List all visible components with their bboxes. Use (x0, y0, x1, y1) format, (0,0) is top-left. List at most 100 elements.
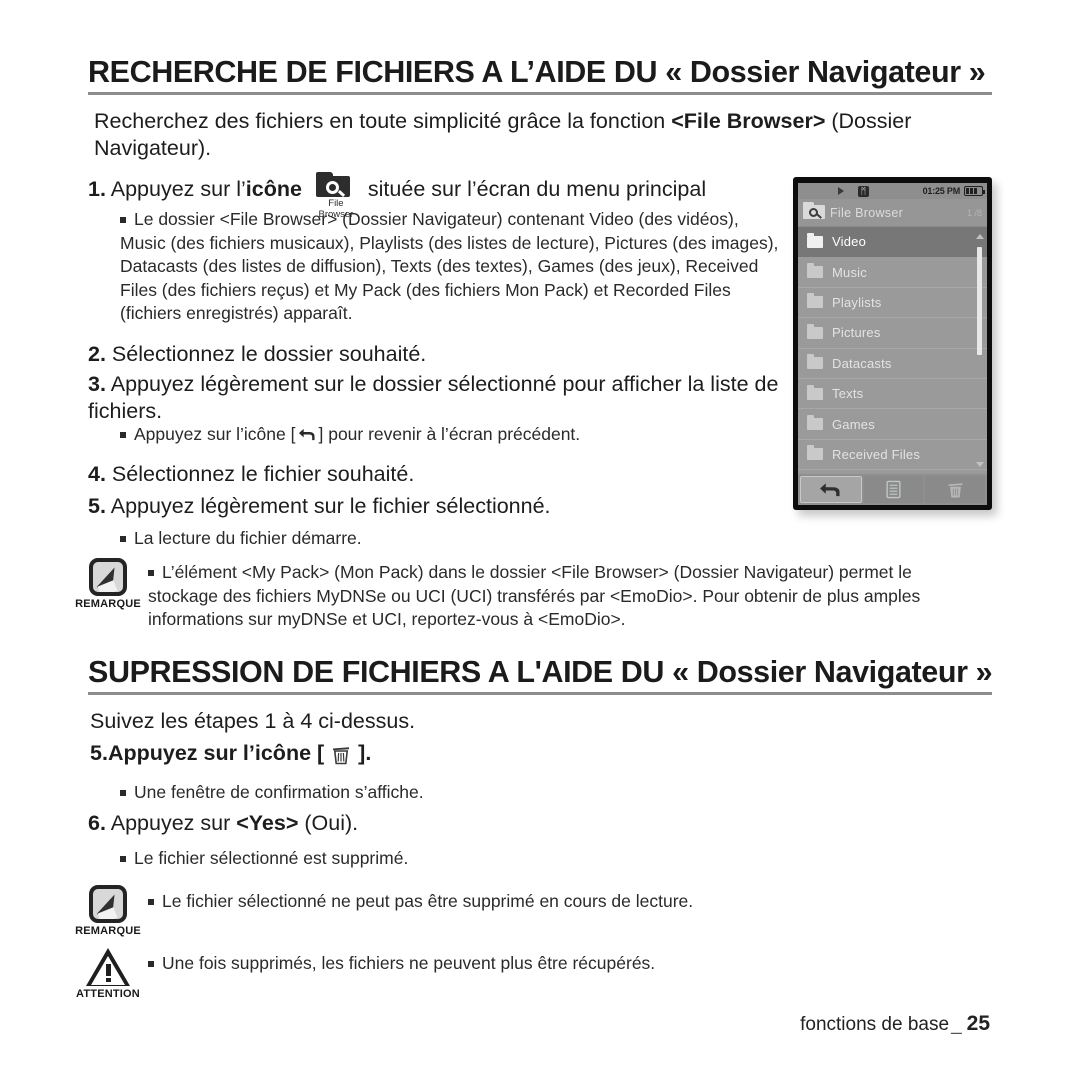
bullet-square-icon (120, 217, 126, 223)
list-item-label: Playlists (832, 294, 882, 310)
attention-label: ATTENTION (76, 988, 140, 1000)
device-mockup: ᛗ 01:25 PM File Browser 1 /8 Video Music… (793, 177, 992, 510)
step-4: 4. Sélectionnez le fichier souhaité. (88, 461, 788, 488)
scrollbar-thumb[interactable] (977, 247, 982, 355)
list-item-label: Games (832, 416, 875, 432)
step-1-number: 1. (88, 177, 106, 201)
bullet-square-icon (120, 432, 126, 438)
list-item[interactable]: Pictures (798, 318, 987, 349)
section-heading-delete: SUPRESSION DE FICHIERS A L'AIDE DU « Dos… (88, 655, 993, 689)
device-page-indicator: 1 /8 (966, 207, 982, 218)
list-item[interactable]: Texts (798, 379, 987, 410)
intro-paragraph: Recherchez des fichiers en toute simplic… (94, 108, 974, 162)
list-item[interactable]: Playlists (798, 288, 987, 319)
bullet-square-icon (148, 570, 154, 576)
remarque-icon (89, 885, 127, 923)
remarque-icon (89, 558, 127, 596)
step-5-number: 5. (88, 494, 106, 518)
delete-step-5-bullet-text: Une fenêtre de confirmation s’affiche. (134, 782, 424, 802)
battery-icon (964, 186, 985, 196)
file-browser-title-icon (803, 202, 828, 223)
bullet-square-icon (148, 961, 154, 967)
list-item[interactable]: Datacasts (798, 349, 987, 379)
bullet-square-icon (120, 856, 126, 862)
note-1-text: L’élément <My Pack> (Mon Pack) dans le d… (148, 562, 921, 629)
delete-step-6-after: (Oui). (298, 811, 359, 835)
list-item[interactable]: Received Files (798, 440, 987, 471)
play-icon (838, 187, 844, 195)
delete-step-6: 6. Appuyez sur <Yes> (Oui). (88, 810, 908, 837)
delete-step-6-bold: <Yes> (236, 811, 299, 835)
delete-step-5-before: Appuyez sur l’icône [ (107, 741, 325, 765)
delete-lead-text: Suivez les étapes 1 à 4 ci-dessus. (90, 709, 416, 733)
intro-text-part1: Recherchez des fichiers en toute simplic… (94, 109, 672, 133)
list-item-label: Received Files (832, 446, 921, 462)
device-title: File Browser (830, 205, 904, 220)
step-5-bullet-text: La lecture du fichier démarre. (134, 528, 362, 548)
step-1-text-bold: icône (245, 177, 302, 201)
bullet-square-icon (120, 790, 126, 796)
manual-page: RECHERCHE DE FICHIERS A L’AIDE DU « Doss… (0, 0, 1080, 1080)
note-icon-remarque-1: REMARQUE (66, 558, 150, 610)
intro-text-bold: <File Browser> (671, 109, 826, 133)
folder-icon (807, 293, 823, 309)
step-5: 5. Appuyez légèrement sur le fichier sél… (88, 493, 788, 520)
list-item-label: Datacasts (832, 355, 892, 371)
device-status-bar: ᛗ 01:25 PM (798, 183, 987, 199)
clock-time: 01:25 PM (922, 186, 961, 196)
heading-divider-1 (88, 92, 992, 95)
step-3: 3. Appuyez légèrement sur le dossier sél… (88, 371, 788, 425)
folder-icon (807, 415, 823, 431)
list-item[interactable]: Video (798, 227, 987, 258)
toolbar-menu-button[interactable] (863, 476, 924, 503)
device-title-bar: File Browser 1 /8 (798, 199, 987, 227)
heading-divider-2 (88, 692, 992, 695)
note-3-text: Une fois supprimés, les fichiers ne peuv… (162, 953, 656, 973)
step-2-number: 2. (88, 342, 106, 366)
step-1-text-before: Appuyez sur l’ (110, 177, 246, 201)
trash-icon (330, 743, 352, 765)
folder-icon (807, 323, 823, 339)
back-arrow-icon (297, 426, 316, 443)
delete-step-6-number: 6. (88, 811, 106, 835)
remarque-label: REMARQUE (75, 598, 141, 610)
note-icon-remarque-2: REMARQUE (66, 885, 150, 937)
list-item[interactable]: Games (798, 409, 987, 440)
step-3-bullet: Appuyez sur l’icône [] pour revenir à l’… (120, 423, 780, 447)
delete-step-5-number: 5. (90, 741, 108, 765)
device-toolbar (798, 474, 987, 505)
note-2-text: Le fichier sélectionné ne peut pas être … (162, 891, 694, 911)
step-1-bullet: Le dossier <File Browser> (Dossier Navig… (120, 208, 780, 326)
toolbar-delete-button[interactable] (925, 476, 986, 503)
delete-step-6-before: Appuyez sur (110, 811, 237, 835)
bullet-square-icon (120, 536, 126, 542)
scroll-up-arrow-icon[interactable] (975, 234, 984, 239)
delete-step-5: 5.Appuyez sur l’icône []. (90, 740, 910, 767)
step-3-number: 3. (88, 372, 106, 396)
list-item[interactable]: Music (798, 257, 987, 288)
step-5-bullet: La lecture du fichier démarre. (120, 527, 780, 551)
bullet-square-icon (148, 899, 154, 905)
step-1: 1. Appuyez sur l’icône File Browser situ… (88, 172, 788, 220)
attention-icon (86, 948, 130, 986)
folder-icon (807, 384, 823, 400)
list-item-label: Texts (832, 386, 864, 402)
folder-icon (807, 232, 823, 248)
step-1-text-after: située sur l’écran du menu principal (367, 177, 707, 201)
list-scrollbar[interactable] (975, 229, 984, 472)
delete-lead-line: Suivez les étapes 1 à 4 ci-dessus. (90, 708, 910, 735)
delete-step-6-bullet: Le fichier sélectionné est supprimé. (120, 847, 920, 871)
note-icon-attention: ATTENTION (66, 948, 150, 1000)
step-2: 2. Sélectionnez le dossier souhaité. (88, 341, 788, 368)
footer-section-name: fonctions de base (800, 1014, 950, 1035)
step-3-text: Appuyez légèrement sur le dossier sélect… (88, 372, 779, 423)
step-3-bullet-after: ] pour revenir à l’écran précédent. (318, 424, 581, 444)
note-3-body: Une fois supprimés, les fichiers ne peuv… (148, 952, 978, 976)
toolbar-back-button[interactable] (800, 476, 862, 503)
device-screen: ᛗ 01:25 PM File Browser 1 /8 Video Music… (798, 183, 987, 505)
scrollbar-track[interactable] (977, 243, 982, 458)
delete-step-5-bullet: Une fenêtre de confirmation s’affiche. (120, 781, 920, 805)
note-2-body: Le fichier sélectionné ne peut pas être … (148, 890, 978, 914)
scroll-down-arrow-icon[interactable] (975, 462, 984, 467)
file-browser-list[interactable]: Video Music Playlists Pictures Datacasts (798, 227, 987, 474)
